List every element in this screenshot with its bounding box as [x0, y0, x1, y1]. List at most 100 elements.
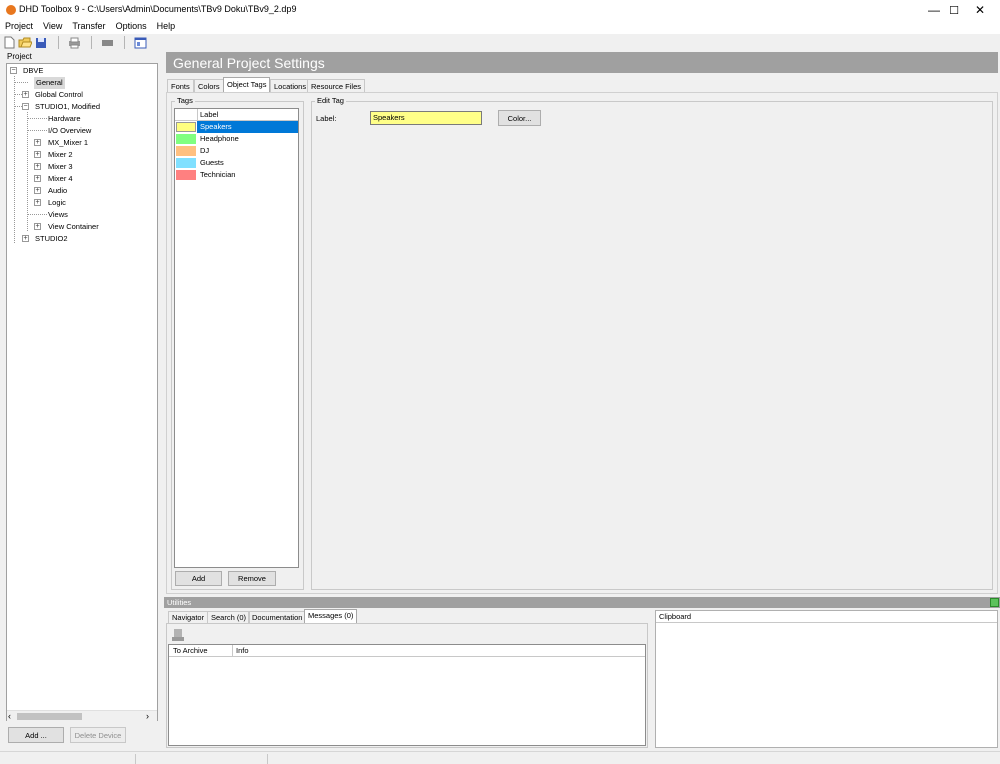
- column-to-archive[interactable]: To Archive: [173, 646, 208, 655]
- scroll-left-icon[interactable]: ‹: [8, 711, 11, 721]
- project-tree[interactable]: − DBVE General + Global Control − STUDIO…: [6, 63, 158, 721]
- tree-expander[interactable]: +: [34, 199, 41, 206]
- tab-navigator[interactable]: Navigator: [168, 611, 209, 623]
- tab-fonts[interactable]: Fonts: [167, 79, 194, 92]
- window-title: DHD Toolbox 9 - C:\Users\Admin\Documents…: [19, 4, 297, 14]
- tree-item-dbve[interactable]: DBVE: [23, 65, 43, 77]
- clipboard-header: Clipboard: [656, 611, 997, 623]
- menu-options[interactable]: Options: [111, 20, 152, 34]
- tag-label-input[interactable]: Speakers: [370, 111, 482, 125]
- messages-table[interactable]: To Archive Info: [168, 644, 646, 746]
- tree-expander[interactable]: +: [34, 151, 41, 158]
- tree-expander[interactable]: −: [22, 103, 29, 110]
- tags-list[interactable]: Label Speakers Headphone DJ Guests Techn…: [174, 108, 299, 568]
- tags-list-header: Label: [175, 109, 298, 121]
- tab-documentation[interactable]: Documentation: [248, 611, 307, 623]
- app-icon: [6, 5, 16, 15]
- tree-item-mixer-4[interactable]: Mixer 4: [48, 173, 73, 185]
- tree-item-hardware[interactable]: Hardware: [48, 113, 81, 125]
- menu-bar: Project View Transfer Options Help: [0, 20, 1000, 34]
- title-bar: DHD Toolbox 9 - C:\Users\Admin\Documents…: [0, 0, 1000, 20]
- device-icon[interactable]: [100, 36, 114, 50]
- tag-label: Technician: [200, 170, 236, 179]
- tab-colors[interactable]: Colors: [194, 79, 224, 92]
- tree-expander[interactable]: +: [34, 223, 41, 230]
- tree-item-audio[interactable]: Audio: [48, 185, 67, 197]
- delete-device-button[interactable]: Delete Device: [70, 727, 126, 743]
- menu-transfer[interactable]: Transfer: [67, 20, 110, 34]
- tag-color-swatch: [176, 146, 196, 156]
- tag-label: DJ: [200, 146, 210, 155]
- close-button[interactable]: ✕: [960, 0, 1000, 20]
- menu-project[interactable]: Project: [0, 20, 38, 34]
- tree-item-mixer-2[interactable]: Mixer 2: [48, 149, 73, 161]
- tag-label: Speakers: [200, 122, 232, 131]
- tab-locations[interactable]: Locations: [270, 79, 311, 92]
- edit-tag-group: [311, 101, 993, 590]
- tab-messages[interactable]: Messages (0): [304, 609, 358, 623]
- utilities-header: Utilities: [164, 597, 1000, 608]
- clipboard-panel[interactable]: Clipboard: [655, 610, 998, 748]
- new-file-icon[interactable]: [2, 36, 16, 50]
- add-tag-button[interactable]: Add: [175, 571, 222, 586]
- tree-item-general[interactable]: General: [34, 77, 65, 89]
- open-folder-icon[interactable]: [18, 36, 32, 50]
- status-bar: [0, 751, 1000, 764]
- column-label-header[interactable]: Label: [200, 110, 218, 119]
- utilities-pin-icon[interactable]: [990, 598, 999, 607]
- add-device-button[interactable]: Add ...: [8, 727, 64, 743]
- tree-item-studio1[interactable]: STUDIO1, Modified: [35, 101, 100, 113]
- messages-table-header: To Archive Info: [169, 645, 645, 657]
- edit-tag-group-title: Edit Tag: [315, 96, 346, 105]
- scroll-right-icon[interactable]: ›: [146, 711, 149, 721]
- tree-item-io-overview[interactable]: I/O Overview: [48, 125, 91, 137]
- tags-group-title: Tags: [175, 96, 195, 105]
- settings-window-icon[interactable]: [133, 36, 147, 50]
- tree-expander[interactable]: +: [34, 139, 41, 146]
- tree-item-view-container[interactable]: View Container: [48, 221, 99, 233]
- column-info[interactable]: Info: [236, 646, 249, 655]
- tag-label: Headphone: [200, 134, 239, 143]
- tree-expander[interactable]: +: [34, 175, 41, 182]
- remove-tag-button[interactable]: Remove: [228, 571, 276, 586]
- label-caption: Label:: [316, 114, 337, 123]
- scrollbar-thumb[interactable]: [17, 713, 82, 720]
- color-button[interactable]: Color...: [498, 110, 541, 126]
- tree-expander[interactable]: +: [34, 163, 41, 170]
- menu-view[interactable]: View: [38, 20, 67, 34]
- tag-row-dj[interactable]: DJ: [175, 145, 298, 157]
- toolbar-separator: [124, 36, 125, 49]
- tag-label: Guests: [200, 158, 224, 167]
- tab-object-tags[interactable]: Object Tags: [223, 77, 271, 92]
- tab-resource-files[interactable]: Resource Files: [307, 79, 366, 92]
- tag-color-swatch: [176, 122, 196, 132]
- print-icon[interactable]: [67, 36, 81, 50]
- tree-item-logic[interactable]: Logic: [48, 197, 66, 209]
- tag-row-speakers[interactable]: Speakers: [175, 121, 298, 133]
- toolbar: [0, 34, 1000, 51]
- tag-row-technician[interactable]: Technician: [175, 169, 298, 181]
- tree-item-views[interactable]: Views: [48, 209, 68, 221]
- tag-color-swatch: [176, 158, 196, 168]
- tree-horizontal-scrollbar[interactable]: ‹ ›: [7, 710, 157, 721]
- tree-expander[interactable]: +: [22, 91, 29, 98]
- tree-item-studio2[interactable]: STUDIO2: [35, 233, 68, 245]
- tree-item-mx-mixer-1[interactable]: MX_Mixer 1: [48, 137, 88, 149]
- tree-item-global-control[interactable]: Global Control: [35, 89, 83, 101]
- tree-expander[interactable]: −: [10, 67, 17, 74]
- save-icon[interactable]: [34, 36, 48, 50]
- tab-search[interactable]: Search (0): [207, 611, 251, 623]
- tag-color-swatch: [176, 170, 196, 180]
- tree-expander[interactable]: +: [34, 187, 41, 194]
- menu-help[interactable]: Help: [152, 20, 181, 34]
- page-title: General Project Settings: [166, 52, 998, 73]
- archive-icon[interactable]: [171, 628, 185, 642]
- tag-color-swatch: [176, 134, 196, 144]
- project-panel-label: Project: [7, 52, 32, 61]
- tag-row-guests[interactable]: Guests: [175, 157, 298, 169]
- tree-expander[interactable]: +: [22, 235, 29, 242]
- tag-row-headphone[interactable]: Headphone: [175, 133, 298, 145]
- toolbar-separator: [91, 36, 92, 49]
- tree-item-mixer-3[interactable]: Mixer 3: [48, 161, 73, 173]
- toolbar-separator: [58, 36, 59, 49]
